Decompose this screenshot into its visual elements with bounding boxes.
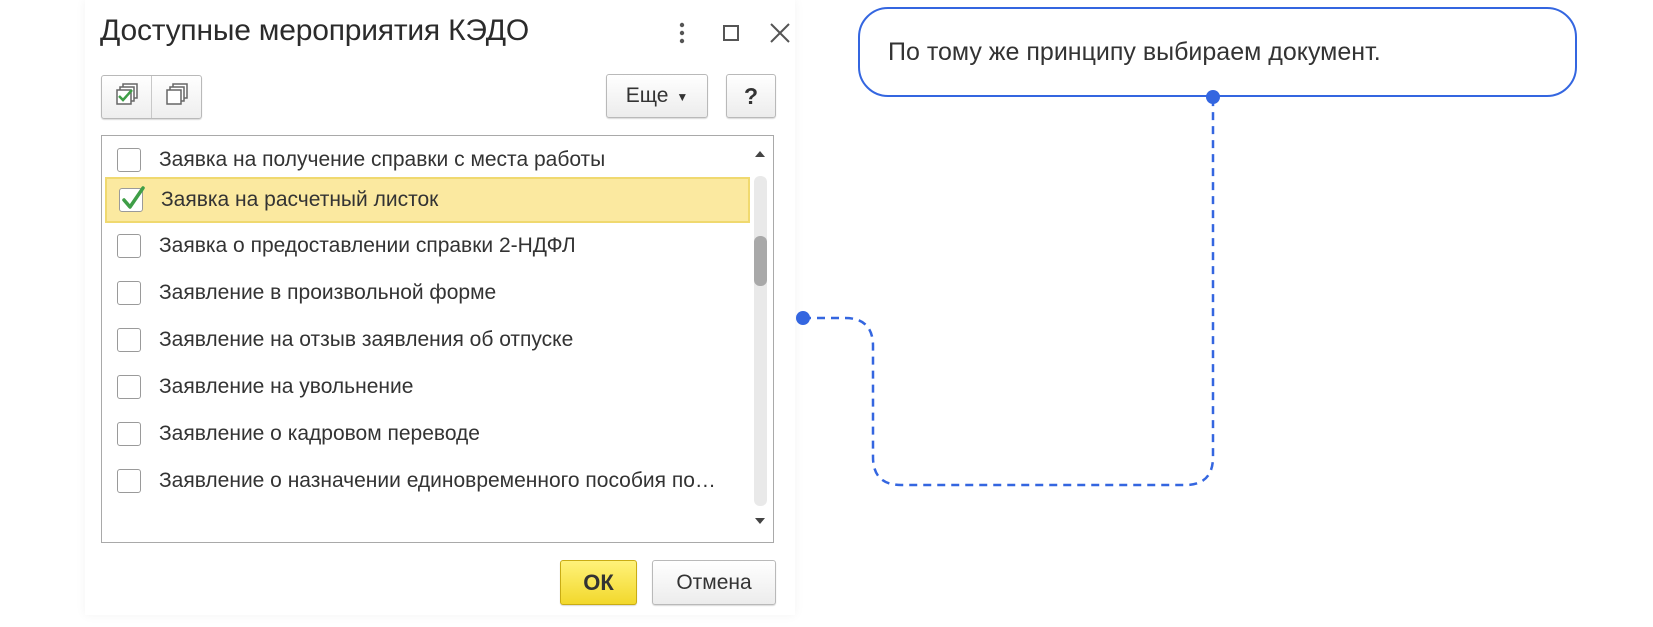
callout-connector	[796, 90, 1220, 487]
connector-line	[803, 97, 1215, 487]
